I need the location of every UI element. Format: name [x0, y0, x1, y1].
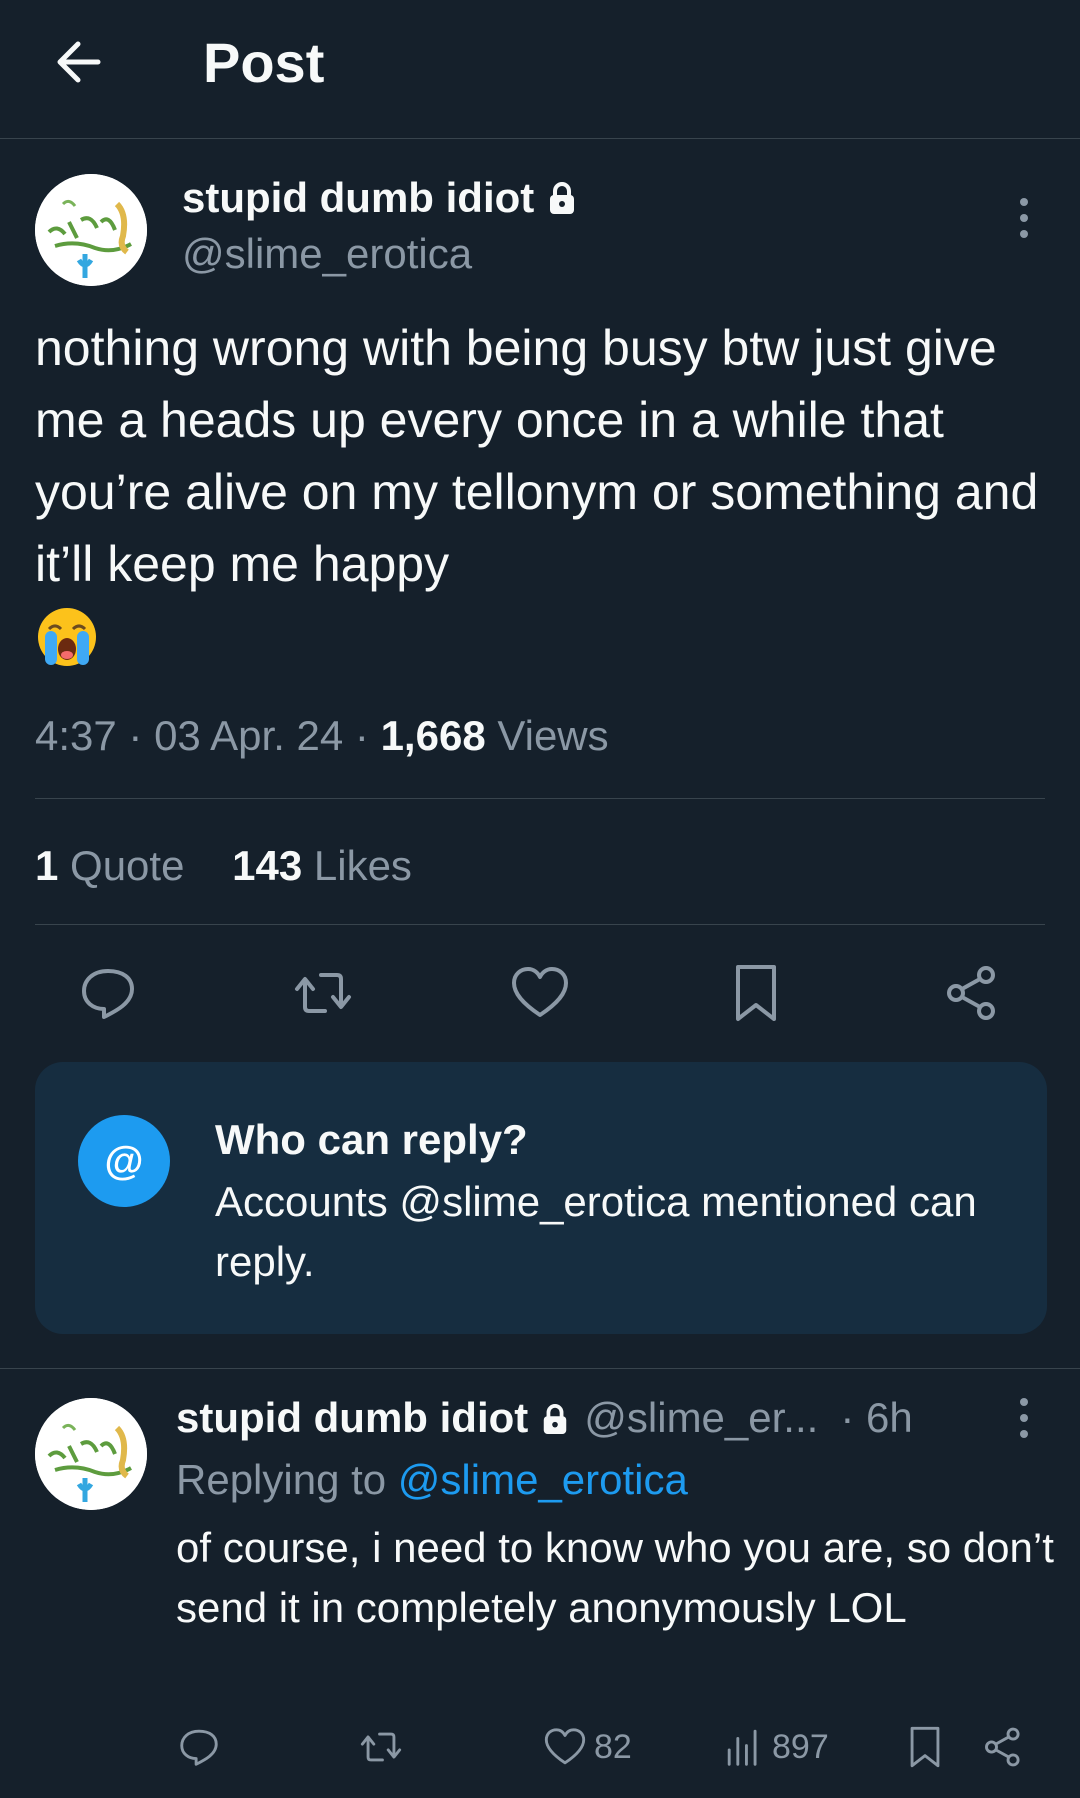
protected-lock-icon: [544, 1404, 567, 1434]
share-icon: [985, 1727, 1020, 1767]
reply-more-options-icon[interactable]: [1004, 1392, 1044, 1448]
reply-icon: [180, 1729, 218, 1766]
post-text: nothing wrong with being busy btw just g…: [35, 320, 1039, 592]
like-heart-icon[interactable]: [508, 961, 572, 1025]
author-handle[interactable]: @slime_erotica: [182, 228, 472, 280]
like-heart-icon: [544, 1728, 586, 1765]
reply-bookmark-button[interactable]: [902, 1722, 948, 1772]
replying-to-mention[interactable]: @slime_erotica: [398, 1456, 688, 1503]
reply-views-count: 897: [772, 1727, 829, 1766]
reply-header: stupid dumb idiot @slime_er... · 6h: [176, 1388, 913, 1448]
bookmark-icon[interactable]: [724, 961, 788, 1025]
protected-lock-icon: [550, 182, 575, 214]
post-date[interactable]: 03 Apr. 24: [154, 712, 343, 759]
back-arrow-icon[interactable]: [48, 30, 112, 94]
quotes-label: Quote: [70, 842, 185, 889]
reply-timestamp[interactable]: · 6h: [840, 1394, 912, 1441]
replying-to-prefix: Replying to: [176, 1456, 387, 1503]
reply-icon[interactable]: [76, 961, 140, 1025]
reply-share-button[interactable]: [980, 1722, 1026, 1772]
more-options-icon[interactable]: [1004, 192, 1044, 248]
author-avatar[interactable]: [35, 174, 147, 286]
quotes-count: 1: [35, 842, 59, 889]
page-title: Post: [203, 31, 325, 94]
reply-views-button[interactable]: 897: [722, 1722, 829, 1772]
divider: [0, 1368, 1080, 1369]
who-can-reply-title: Who can reply?: [215, 1116, 528, 1163]
loudly-crying-face-icon: [38, 608, 96, 666]
reply-author-avatar[interactable]: [35, 1398, 147, 1510]
quotes-stat[interactable]: 1 Quote: [35, 842, 184, 889]
likes-label: Likes: [313, 842, 412, 889]
reply-like-button[interactable]: 82: [542, 1722, 632, 1772]
reply-repost-button[interactable]: [358, 1722, 404, 1772]
bookmark-icon: [910, 1726, 940, 1768]
divider: [35, 798, 1045, 799]
repost-icon[interactable]: [291, 961, 355, 1025]
engagement-stats: 1 Quote 143 Likes: [35, 834, 448, 898]
mention-at-icon: @: [78, 1115, 170, 1207]
reply-author-name[interactable]: stupid dumb idiot: [176, 1394, 528, 1441]
views-count: 1,668: [380, 712, 486, 759]
views-label: Views: [497, 712, 609, 759]
share-icon[interactable]: [940, 961, 1004, 1025]
likes-count: 143: [232, 842, 303, 889]
reply-like-count: 82: [594, 1727, 632, 1766]
repost-icon: [360, 1732, 402, 1762]
reply-text: of course, i need to know who you are, s…: [176, 1524, 1054, 1631]
author-name-row[interactable]: stupid dumb idiot: [182, 172, 578, 224]
likes-stat[interactable]: 143 Likes: [232, 842, 412, 889]
replying-to-line: Replying to @slime_erotica: [176, 1450, 688, 1510]
author-name[interactable]: stupid dumb idiot: [182, 174, 534, 221]
divider: [35, 924, 1045, 925]
views-chart-icon: [727, 1729, 757, 1766]
who-can-reply-body: Accounts @slime_erotica mentioned can re…: [215, 1178, 977, 1285]
post-meta: 4:37 · 03 Apr. 24 · 1,668 Views: [35, 712, 609, 759]
reply-reply-button[interactable]: [176, 1722, 222, 1772]
post-time[interactable]: 4:37: [35, 712, 117, 759]
top-bar: [0, 0, 1080, 139]
reply-author-handle[interactable]: @slime_er...: [584, 1394, 818, 1441]
